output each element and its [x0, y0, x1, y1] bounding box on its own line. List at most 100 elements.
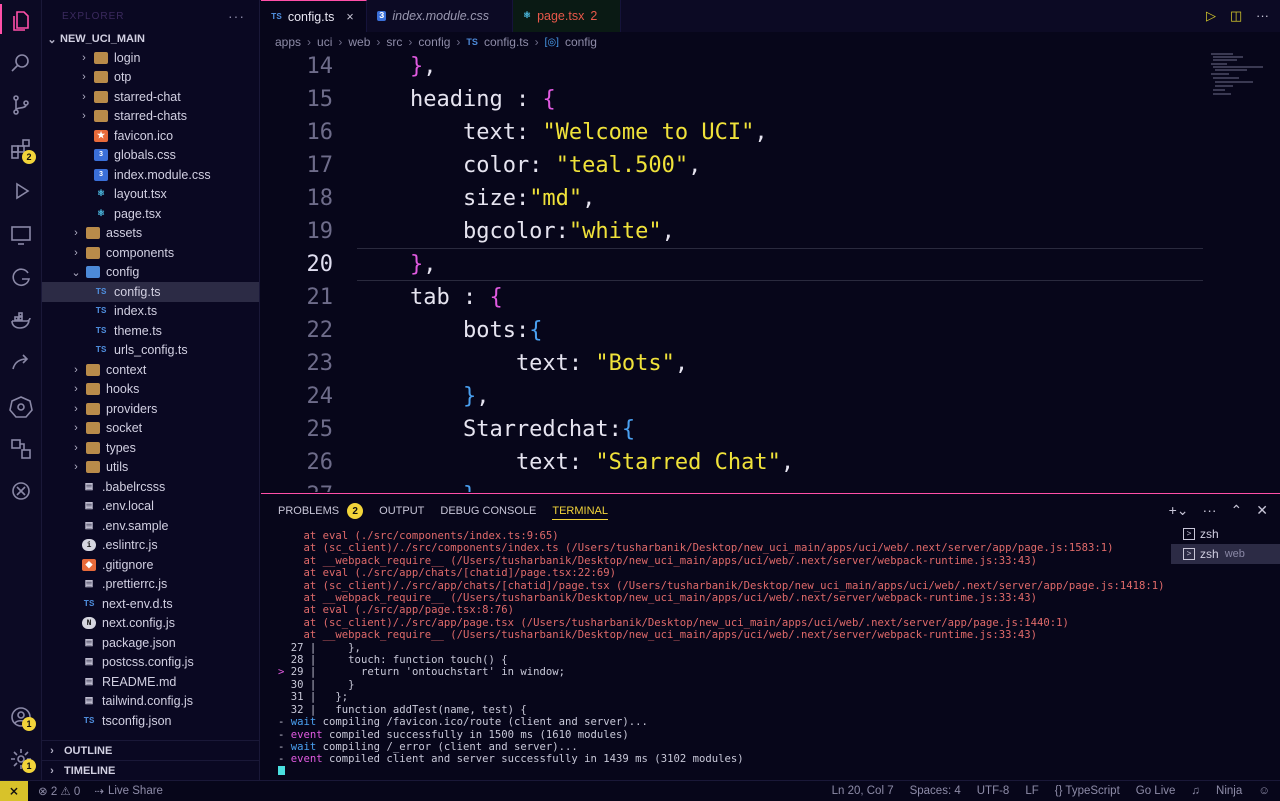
tree-item[interactable]: ▤ .babelrcsss: [42, 477, 259, 497]
tree-item[interactable]: TS urls_config.ts: [42, 341, 259, 361]
chatgpt-icon[interactable]: [8, 478, 34, 504]
code-editor[interactable]: 14 }, 15 heading : {16 text: "Welcome to …: [261, 52, 1203, 492]
workspace-root[interactable]: ⌄ NEW_UCI_MAIN: [42, 30, 259, 48]
code-line[interactable]: 22 bots:{: [261, 314, 1203, 347]
code-line[interactable]: 17 color: "teal.500",: [261, 149, 1203, 182]
remote-containers-icon[interactable]: [8, 436, 34, 462]
remote-indicator[interactable]: ⨯: [0, 780, 28, 801]
explorer-icon[interactable]: [8, 8, 34, 34]
close-icon[interactable]: ×: [346, 10, 353, 24]
gitlens-icon[interactable]: [8, 264, 34, 290]
tree-item[interactable]: ★ favicon.ico: [42, 126, 259, 146]
cursor-position[interactable]: Ln 20, Col 7: [832, 785, 894, 797]
tree-item[interactable]: › utils: [42, 458, 259, 478]
tree-item[interactable]: TS theme.ts: [42, 321, 259, 341]
remote-explorer-icon[interactable]: [8, 222, 34, 248]
new-terminal-icon[interactable]: +⌄: [1169, 502, 1189, 519]
terminal-output[interactable]: at eval (./src/components/index.ts:9:65)…: [278, 530, 1168, 775]
tab-debug-console[interactable]: DEBUG CONSOLE: [440, 502, 536, 520]
tab-config-ts[interactable]: TS config.ts ×: [261, 0, 367, 32]
tree-item[interactable]: ▤ tailwind.config.js: [42, 692, 259, 712]
tree-item[interactable]: ▤ README.md: [42, 672, 259, 692]
tree-item[interactable]: › context: [42, 360, 259, 380]
tree-item[interactable]: TS config.ts: [42, 282, 259, 302]
code-line[interactable]: 24 },: [261, 380, 1203, 413]
tree-item[interactable]: TS index.ts: [42, 302, 259, 322]
line-ending[interactable]: LF: [1025, 785, 1038, 797]
encoding[interactable]: UTF-8: [977, 785, 1010, 797]
tree-item[interactable]: › assets: [42, 224, 259, 244]
code-line[interactable]: 20 },: [261, 248, 1203, 281]
code-line[interactable]: 14 },: [261, 52, 1203, 83]
tree-item[interactable]: › socket: [42, 419, 259, 439]
tree-item[interactable]: ▤ package.json: [42, 633, 259, 653]
more-icon[interactable]: ···: [1256, 8, 1269, 23]
crumb-config[interactable]: config: [418, 35, 450, 49]
tree-item[interactable]: › components: [42, 243, 259, 263]
timeline-section[interactable]: › TIMELINE: [42, 760, 259, 780]
tree-item[interactable]: › starred-chat: [42, 87, 259, 107]
tree-item[interactable]: ▤ postcss.config.js: [42, 653, 259, 673]
code-line[interactable]: 15 heading : {: [261, 83, 1203, 116]
docker-icon[interactable]: [8, 308, 34, 334]
tree-item[interactable]: Nnext.config.js: [42, 614, 259, 634]
tree-item[interactable]: 3 globals.css: [42, 146, 259, 166]
code-line[interactable]: 27 }: [261, 479, 1203, 492]
close-panel-icon[interactable]: ✕: [1256, 502, 1268, 519]
run-icon[interactable]: ▷: [1206, 8, 1216, 24]
tree-item[interactable]: ⚛ page.tsx: [42, 204, 259, 224]
tree-item[interactable]: 3 index.module.css: [42, 165, 259, 185]
terminal-item-zsh-web[interactable]: > zsh web: [1171, 544, 1280, 564]
code-line[interactable]: 21 tab : {: [261, 281, 1203, 314]
crumb-uci[interactable]: uci: [317, 35, 332, 49]
crumb-web[interactable]: web: [348, 35, 370, 49]
terminal-item-zsh[interactable]: > zsh: [1171, 524, 1280, 544]
indentation[interactable]: Spaces: 4: [910, 785, 961, 797]
crumb-symbol[interactable]: config: [565, 35, 597, 49]
tab-terminal[interactable]: TERMINAL: [552, 502, 608, 520]
tree-item[interactable]: › hooks: [42, 380, 259, 400]
tab-output[interactable]: OUTPUT: [379, 502, 424, 520]
tree-item[interactable]: ▤ .env.local: [42, 497, 259, 517]
minimap[interactable]: [1203, 52, 1280, 492]
code-line[interactable]: 25 Starredchat:{: [261, 413, 1203, 446]
go-live-button[interactable]: Go Live: [1136, 785, 1176, 797]
language-mode[interactable]: {} TypeScript: [1055, 785, 1120, 797]
tree-item[interactable]: ⌄ config: [42, 263, 259, 283]
source-control-icon[interactable]: [8, 92, 34, 118]
search-icon[interactable]: [8, 50, 34, 76]
maximize-panel-icon[interactable]: ⌃: [1231, 502, 1243, 519]
tree-item[interactable]: TS tsconfig.json: [42, 711, 259, 731]
tree-item[interactable]: ◆ .gitignore: [42, 555, 259, 575]
ninja-status[interactable]: Ninja: [1216, 785, 1242, 797]
run-debug-icon[interactable]: [8, 178, 34, 204]
tree-item[interactable]: TS next-env.d.ts: [42, 594, 259, 614]
kubernetes-icon[interactable]: [8, 394, 34, 420]
tree-item[interactable]: ▤ .prettierrc.js: [42, 575, 259, 595]
tab-problems[interactable]: PROBLEMS 2: [278, 502, 364, 520]
code-line[interactable]: 18 size:"md",: [261, 182, 1203, 215]
tree-item[interactable]: › otp: [42, 68, 259, 88]
feedback-icon[interactable]: ☺: [1258, 785, 1270, 797]
code-line[interactable]: 23 text: "Bots",: [261, 347, 1203, 380]
problems-status[interactable]: ⊗ 2 ⚠ 0: [38, 784, 80, 798]
live-share-status[interactable]: Live Share: [108, 785, 163, 797]
tree-item[interactable]: › starred-chats: [42, 107, 259, 127]
code-line[interactable]: 19 bgcolor:"white",: [261, 215, 1203, 248]
more-actions-icon[interactable]: ···: [228, 8, 245, 24]
tab-index-module-css[interactable]: 3 index.module.css: [367, 0, 513, 32]
crumb-src[interactable]: src: [386, 35, 402, 49]
code-line[interactable]: 26 text: "Starred Chat",: [261, 446, 1203, 479]
outline-section[interactable]: › OUTLINE: [42, 740, 259, 760]
crumb-config-ts[interactable]: config.ts: [484, 35, 529, 49]
tree-item[interactable]: › login: [42, 48, 259, 68]
code-line[interactable]: 16 text: "Welcome to UCI",: [261, 116, 1203, 149]
tree-item[interactable]: ▤ .env.sample: [42, 516, 259, 536]
tab-page-tsx[interactable]: ⚛ page.tsx 2: [513, 0, 621, 32]
more-icon[interactable]: ···: [1203, 502, 1217, 519]
split-editor-icon[interactable]: ◫: [1230, 8, 1242, 24]
bell-icon[interactable]: ♫: [1191, 785, 1200, 797]
tree-item[interactable]: › providers: [42, 399, 259, 419]
tree-item[interactable]: ⚛ layout.tsx: [42, 185, 259, 205]
tree-item[interactable]: i .eslintrc.js: [42, 536, 259, 556]
